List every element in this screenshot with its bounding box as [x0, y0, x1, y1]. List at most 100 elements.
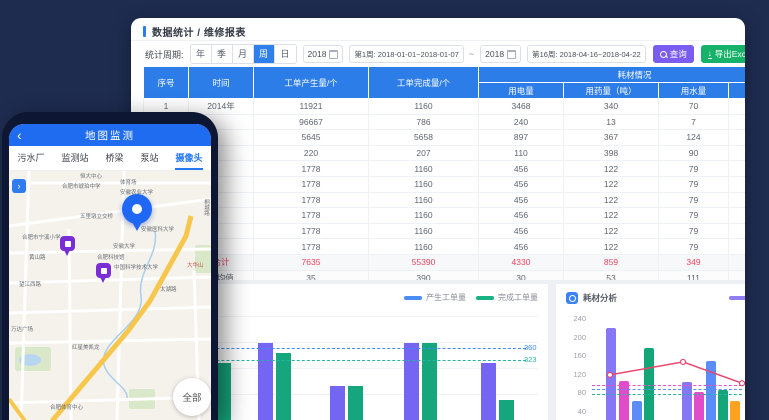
table-row: 5177811604561227967 [144, 161, 746, 177]
table-cell: 1160 [369, 208, 479, 224]
sub-column-header: 用电量 [479, 83, 564, 99]
table-cell: 1778 [254, 223, 369, 239]
table-cell: 456 [479, 223, 564, 239]
period-option-季[interactable]: 季 [212, 45, 233, 63]
table-row: 12014年119211160346834070250 [144, 99, 746, 115]
table-cell: 5645 [254, 130, 369, 146]
table-cell: 340 [564, 99, 659, 115]
reference-line [592, 394, 742, 395]
table-header: 序号时间工单产生量/个工单完成量/个耗材情况用电量用药量（吨）用水量用气量 [144, 67, 746, 99]
year-from-value: 2018 [308, 49, 327, 59]
map-poi-label: 五里墩立交桥 [80, 212, 113, 220]
table-row: 6177811604561227967 [144, 176, 746, 192]
bar-produced [481, 363, 496, 420]
table-cell: 240 [479, 114, 564, 130]
report-table: 序号时间工单产生量/个工单完成量/个耗材情况用电量用药量（吨）用水量用气量 12… [143, 66, 745, 286]
consumables-chart-panel: 耗材分析 2402001601208040 [556, 284, 745, 420]
calendar-icon [329, 50, 338, 59]
table-cell: 3468 [479, 99, 564, 115]
table-cell: 110 [479, 145, 564, 161]
table-cell: 859 [564, 254, 659, 270]
table-cell: 7 [659, 114, 729, 130]
y-axis-tick: 200 [560, 333, 586, 342]
table-cell: 55390 [369, 254, 479, 270]
table-row: 356455658897367124129 [144, 130, 746, 146]
reference-line [592, 385, 742, 386]
week-to-input[interactable]: 第16周: 2018-04-16~2018-04-22 [527, 45, 646, 63]
table-row: 8177811604561227967 [144, 208, 746, 224]
table-cell: 122 [564, 161, 659, 177]
sub-column-header: 用气量 [729, 83, 746, 99]
tab-桥梁[interactable]: 桥梁 [105, 146, 123, 170]
legend-label-produced: 产生工单量 [426, 292, 466, 303]
consumable-bar [706, 361, 716, 420]
period-option-月[interactable]: 月 [233, 45, 254, 63]
bar-completed [276, 353, 291, 420]
range-separator: ~ [469, 49, 474, 59]
page-background: 数据统计 / 维修报表 统计周期: 年季月周日 2018 第1周: 2018-0… [0, 0, 769, 420]
table-cell: 786 [369, 114, 479, 130]
legend-marker-produced [404, 296, 422, 300]
table-cell: 67 [729, 239, 746, 255]
period-option-年[interactable]: 年 [191, 45, 212, 63]
table-cell: 79 [659, 239, 729, 255]
year-from-select[interactable]: 2018 [303, 45, 344, 63]
map-poi-label: 安徽大学 [113, 242, 135, 250]
table-cell: 122 [564, 223, 659, 239]
legend-label-completed: 完成工单量 [498, 292, 538, 303]
table-cell: 11921 [254, 99, 369, 115]
table-cell: 349 [659, 254, 729, 270]
query-button-label: 查询 [670, 48, 687, 60]
table-cell: 690 [729, 114, 746, 130]
tab-污水厂[interactable]: 污水厂 [17, 146, 44, 170]
period-option-周[interactable]: 周 [254, 45, 275, 63]
query-button[interactable]: 查询 [653, 45, 694, 63]
tab-摄像头[interactable]: 摄像头 [175, 146, 202, 170]
consumable-bar [730, 401, 740, 420]
map-view[interactable]: 恒大中心合肥市琥珀中学体育场安徽农业大学五里墩立交桥安徽医科大学合肥市宁溪小学安… [9, 171, 211, 420]
map-poi-label: 合肥市琥珀中学 [62, 182, 101, 190]
export-button-label: 导出Excel [715, 48, 745, 60]
map-poi-label: 黄山路 [29, 253, 46, 261]
table-cell: 7635 [254, 254, 369, 270]
export-excel-button[interactable]: ↓ 导出Excel [701, 45, 745, 63]
period-option-日[interactable]: 日 [275, 45, 296, 63]
table-cell: 67 [729, 176, 746, 192]
reference-line [592, 389, 742, 390]
week-from-input[interactable]: 第1周: 2018-01-01~2018-01-07 [349, 45, 463, 63]
legend-item-produced[interactable]: 产生工单量 [404, 292, 466, 303]
table-row: 10177811604561227967 [144, 239, 746, 255]
year-to-select[interactable]: 2018 [480, 45, 521, 63]
y-axis-tick: 80 [560, 388, 586, 397]
selected-location-pin[interactable] [122, 194, 152, 224]
table-cell: 2014年 [189, 99, 254, 115]
legend-marker-completed [476, 296, 494, 300]
table-row: 296667786240137690 [144, 114, 746, 130]
camera-pin[interactable] [60, 236, 75, 251]
table-cell: 79 [659, 223, 729, 239]
table-cell: 33 [729, 254, 746, 270]
table-cell: 456 [479, 161, 564, 177]
column-group-header: 耗材情况 [479, 67, 746, 83]
panel-header: 耗材分析 [566, 292, 617, 304]
bar-completed [499, 400, 514, 420]
breadcrumb-text: 数据统计 / 维修报表 [152, 24, 246, 39]
table-cell: 19 [729, 145, 746, 161]
table-cell: 456 [479, 192, 564, 208]
table-cell: 1160 [369, 192, 479, 208]
y-axis-tick: 40 [560, 407, 586, 416]
tab-监测站[interactable]: 监测站 [61, 146, 88, 170]
sub-column-header: 用水量 [659, 83, 729, 99]
y-axis-tick: 120 [560, 370, 586, 379]
dashboard-card: 数据统计 / 维修报表 统计周期: 年季月周日 2018 第1周: 2018-0… [131, 18, 745, 420]
tab-泵站[interactable]: 泵站 [140, 146, 158, 170]
table-cell: 79 [659, 192, 729, 208]
table-cell: 90 [659, 145, 729, 161]
legend-item-completed[interactable]: 完成工单量 [476, 292, 538, 303]
camera-pin[interactable] [96, 263, 111, 278]
map-expander-button[interactable]: › [12, 179, 26, 193]
table-cell: 96667 [254, 114, 369, 130]
table-cell: 122 [564, 176, 659, 192]
show-all-button[interactable]: 全部 [173, 378, 211, 416]
bar-produced [258, 343, 273, 420]
